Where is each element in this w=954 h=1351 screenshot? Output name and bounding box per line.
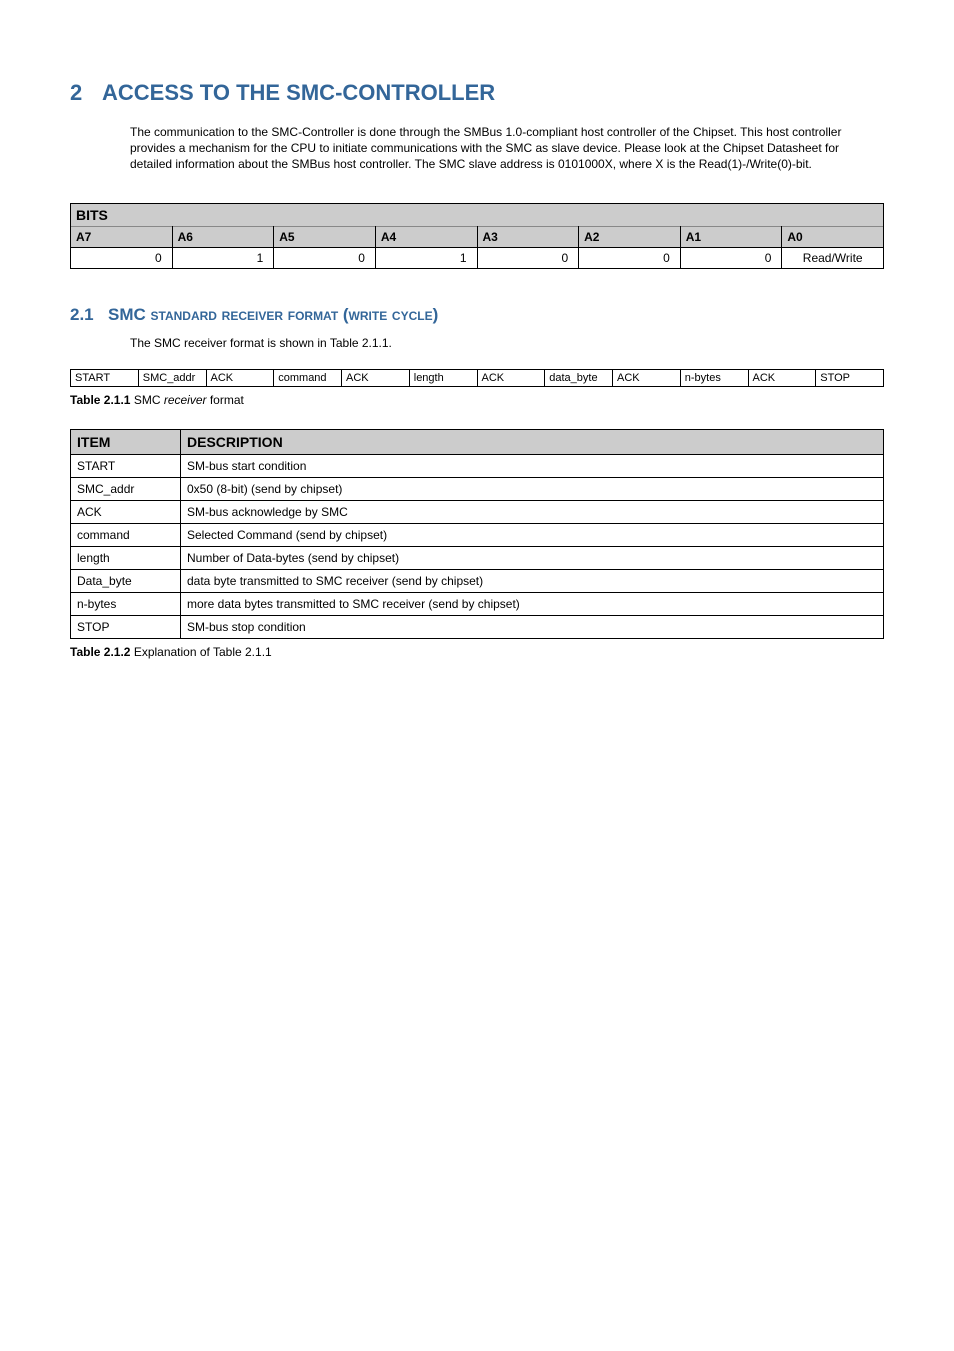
- bits-table-title: BITS: [71, 203, 884, 226]
- bits-table-header-row: A7 A6 A5 A4 A3 A2 A1 A0: [71, 226, 884, 247]
- desc-desc: SM-bus stop condition: [181, 615, 884, 638]
- caption-212-rest: Explanation of Table 2.1.1: [130, 645, 271, 659]
- desc-item: ACK: [71, 500, 181, 523]
- section-title: 2ACCESS TO THE SMC-CONTROLLER: [70, 80, 884, 106]
- caption-212: Table 2.1.2 Explanation of Table 2.1.1: [70, 645, 884, 659]
- desc-header-item: ITEM: [71, 429, 181, 454]
- caption-211-italic: receiver: [164, 393, 207, 407]
- desc-desc: 0x50 (8-bit) (send by chipset): [181, 477, 884, 500]
- subsection-title-sc: standard receiver format (write cycle): [151, 305, 439, 324]
- table-row: n-bytes more data bytes transmitted to S…: [71, 592, 884, 615]
- bits-header-a5: A5: [274, 226, 376, 247]
- desc-desc: SM-bus start condition: [181, 454, 884, 477]
- subsection-body: The SMC receiver format is shown in Tabl…: [130, 335, 884, 351]
- bits-header-a1: A1: [680, 226, 782, 247]
- table-row: START SM-bus start condition: [71, 454, 884, 477]
- desc-item: n-bytes: [71, 592, 181, 615]
- bits-value-a3: 0: [477, 247, 579, 268]
- caption-211: Table 2.1.1 SMC receiver format: [70, 393, 884, 407]
- table-row: SMC_addr 0x50 (8-bit) (send by chipset): [71, 477, 884, 500]
- page: 2ACCESS TO THE SMC-CONTROLLER The commun…: [0, 0, 954, 719]
- table-row: STOP SM-bus stop condition: [71, 615, 884, 638]
- bits-value-a4: 1: [375, 247, 477, 268]
- bits-value-a7: 0: [71, 247, 173, 268]
- bits-table-data-row: 0 1 0 1 0 0 0 Read/Write: [71, 247, 884, 268]
- bits-header-a3: A3: [477, 226, 579, 247]
- desc-desc: data byte transmitted to SMC receiver (s…: [181, 569, 884, 592]
- bits-table: BITS A7 A6 A5 A4 A3 A2 A1 A0 0 1 0 1 0 0…: [70, 203, 884, 269]
- desc-item: SMC_addr: [71, 477, 181, 500]
- desc-item: length: [71, 546, 181, 569]
- table-row: ACK SM-bus acknowledge by SMC: [71, 500, 884, 523]
- bits-value-a5: 0: [274, 247, 376, 268]
- seq-cell: command: [274, 369, 342, 386]
- desc-desc: Number of Data-bytes (send by chipset): [181, 546, 884, 569]
- seq-cell: STOP: [816, 369, 884, 386]
- seq-cell: START: [71, 369, 139, 386]
- table-row: length Number of Data-bytes (send by chi…: [71, 546, 884, 569]
- section-title-text: ACCESS TO THE SMC-CONTROLLER: [102, 80, 495, 105]
- subsection-title-lead: SMC: [108, 305, 151, 324]
- seq-table: START SMC_addr ACK command ACK length AC…: [70, 369, 884, 387]
- desc-item: STOP: [71, 615, 181, 638]
- section-body: The communication to the SMC-Controller …: [130, 124, 884, 173]
- desc-header-desc: DESCRIPTION: [181, 429, 884, 454]
- section-number: 2: [70, 80, 102, 106]
- seq-cell: n-bytes: [680, 369, 748, 386]
- desc-table: ITEM DESCRIPTION START SM-bus start cond…: [70, 429, 884, 639]
- desc-desc: Selected Command (send by chipset): [181, 523, 884, 546]
- bits-value-a6: 1: [172, 247, 274, 268]
- seq-cell: SMC_addr: [138, 369, 206, 386]
- seq-cell: ACK: [613, 369, 681, 386]
- bits-value-a0: Read/Write: [782, 247, 884, 268]
- caption-212-label: Table 2.1.2: [70, 645, 130, 659]
- bits-header-a2: A2: [579, 226, 681, 247]
- seq-cell: ACK: [477, 369, 545, 386]
- seq-cell: length: [409, 369, 477, 386]
- desc-item: Data_byte: [71, 569, 181, 592]
- bits-header-a6: A6: [172, 226, 274, 247]
- bits-value-a2: 0: [579, 247, 681, 268]
- seq-cell: ACK: [748, 369, 816, 386]
- desc-desc: SM-bus acknowledge by SMC: [181, 500, 884, 523]
- caption-211-suffix: format: [207, 393, 244, 407]
- seq-cell: ACK: [342, 369, 410, 386]
- seq-cell: ACK: [206, 369, 274, 386]
- caption-211-label: Table 2.1.1: [70, 393, 130, 407]
- subsection-title: 2.1SMC standard receiver format (write c…: [70, 305, 884, 325]
- desc-desc: more data bytes transmitted to SMC recei…: [181, 592, 884, 615]
- bits-header-a0: A0: [782, 226, 884, 247]
- bits-value-a1: 0: [680, 247, 782, 268]
- desc-item: command: [71, 523, 181, 546]
- subsection-number: 2.1: [70, 305, 108, 325]
- seq-cell: data_byte: [545, 369, 613, 386]
- desc-table-header-row: ITEM DESCRIPTION: [71, 429, 884, 454]
- table-row: Data_byte data byte transmitted to SMC r…: [71, 569, 884, 592]
- table-row: command Selected Command (send by chipse…: [71, 523, 884, 546]
- bits-header-a4: A4: [375, 226, 477, 247]
- bits-header-a7: A7: [71, 226, 173, 247]
- desc-item: START: [71, 454, 181, 477]
- caption-211-prefix: SMC: [130, 393, 163, 407]
